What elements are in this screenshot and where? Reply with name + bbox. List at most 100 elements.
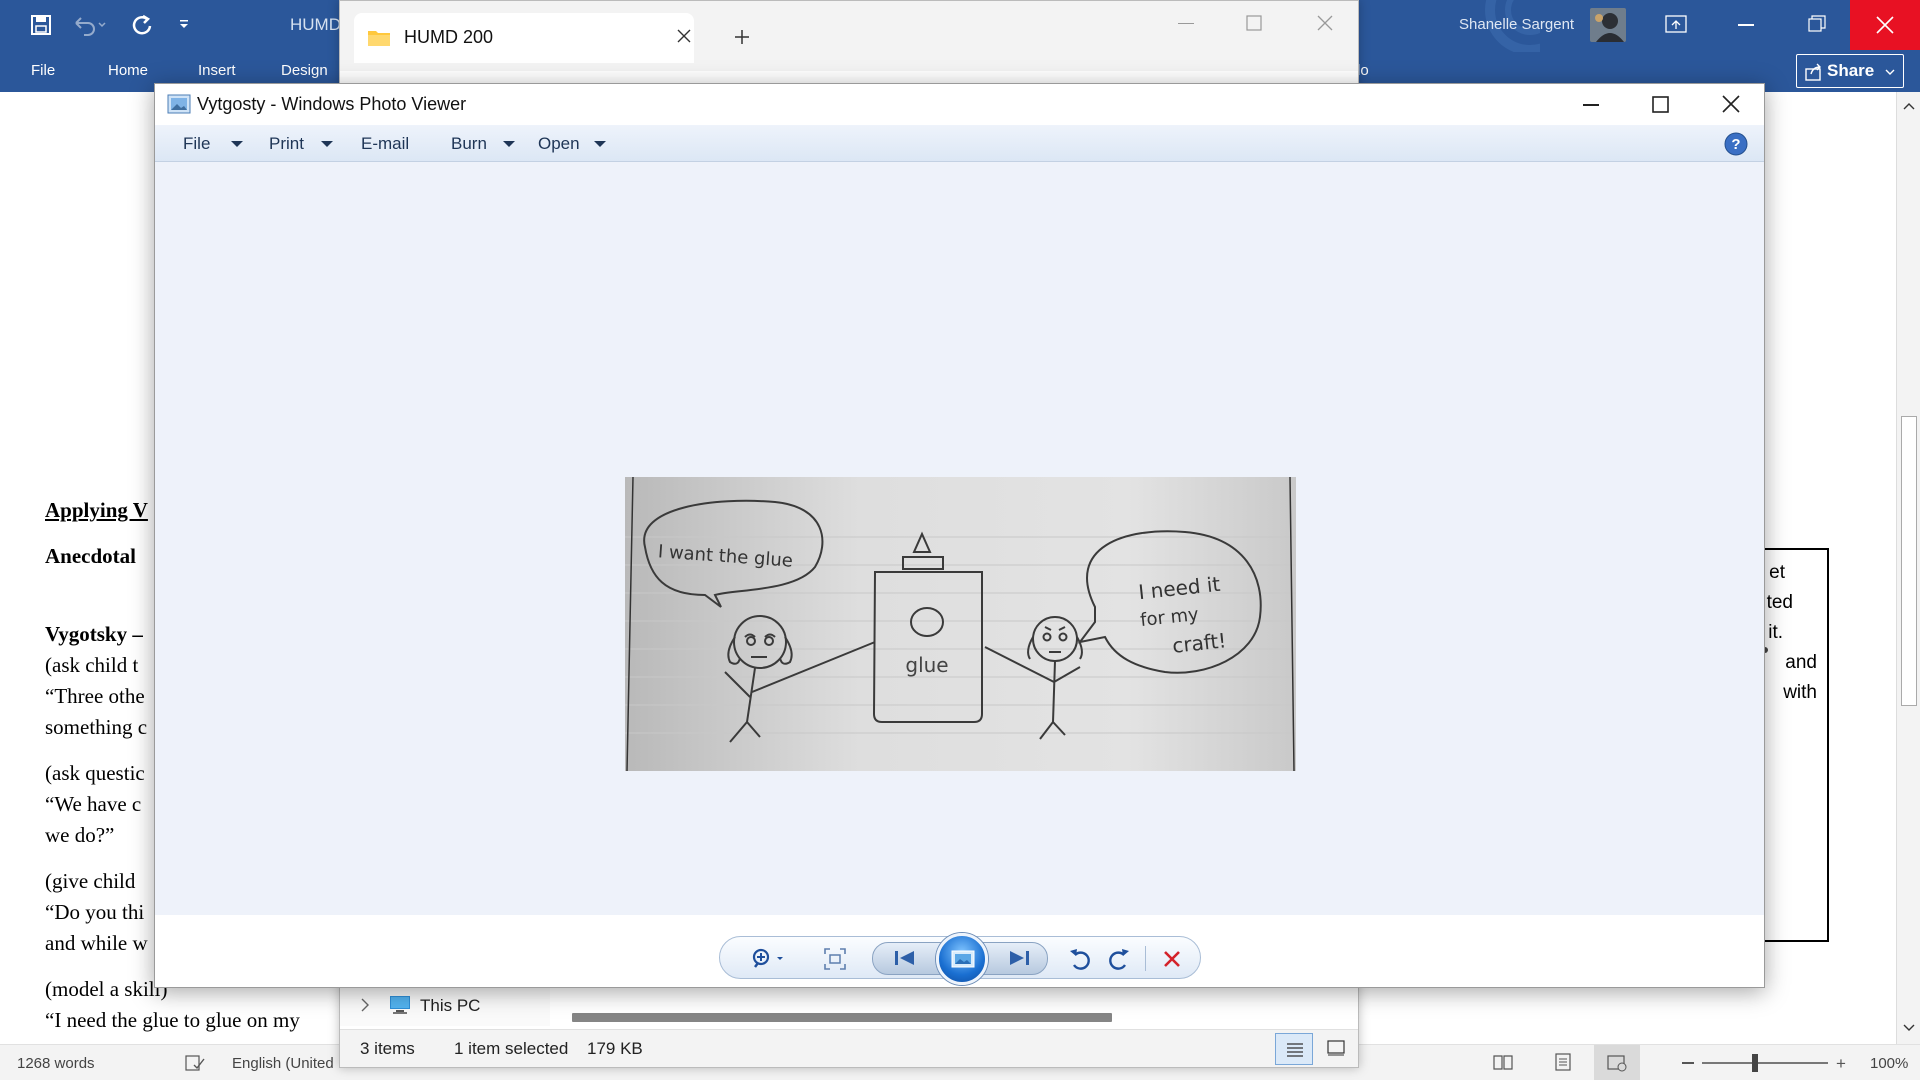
explorer-nav-pane: This PC	[340, 986, 550, 1026]
doc-line: and while w	[45, 931, 148, 955]
pv-close-icon[interactable]	[1722, 95, 1740, 113]
folder-icon	[368, 31, 390, 46]
doc-box-line: ted	[1766, 592, 1793, 613]
scroll-down-icon	[1903, 1024, 1915, 1031]
doc-line: (ask child t	[45, 653, 139, 677]
doc-line: (give child	[45, 869, 136, 893]
explorer-close-icon[interactable]	[1317, 15, 1333, 31]
undo-icon[interactable]	[72, 14, 106, 36]
bottle-label-text: glue	[905, 653, 948, 677]
photo-viewer-app-icon	[167, 94, 191, 114]
save-icon[interactable]	[30, 14, 52, 36]
help-icon[interactable]: ?	[1724, 132, 1748, 156]
zoom-slider[interactable]	[1702, 1062, 1828, 1064]
large-icons-view-icon[interactable]	[1327, 1040, 1345, 1056]
zoom-out-icon[interactable]	[1682, 1062, 1694, 1064]
photo-viewer-toolbar	[719, 933, 1201, 985]
new-tab-icon[interactable]	[734, 29, 750, 45]
menu-open-dropdown-icon[interactable]	[594, 141, 606, 147]
zoom-icon[interactable]	[752, 948, 786, 970]
menu-file-dropdown-icon[interactable]	[231, 141, 243, 147]
delete-icon[interactable]	[1163, 950, 1181, 968]
explorer-horizontal-scrollbar[interactable]	[572, 1013, 1112, 1022]
explorer-tab[interactable]: HUMD 200	[354, 13, 694, 63]
chevron-right-icon	[361, 998, 369, 1012]
menu-open[interactable]: Open	[538, 134, 580, 154]
ribbon-display-options-icon[interactable]	[1665, 15, 1687, 33]
photo-viewer-menu-bar: File Print E-mail Burn Open ?	[155, 125, 1764, 162]
tab-close-icon	[677, 29, 691, 43]
menu-print[interactable]: Print	[269, 134, 304, 154]
photo-viewer-window: Vytgosty - Windows Photo Viewer File Pri…	[154, 83, 1765, 988]
scroll-thumb[interactable]	[1901, 416, 1917, 706]
pv-maximize-icon[interactable]	[1652, 96, 1669, 113]
doc-line: “We have c	[45, 792, 142, 816]
details-view-icon	[1287, 1043, 1303, 1057]
doc-line: “I need the glue to glue on my	[45, 1008, 300, 1032]
word-close-button[interactable]	[1850, 0, 1920, 50]
tab-design[interactable]: Design	[281, 62, 328, 79]
word-restore-icon[interactable]	[1808, 15, 1826, 33]
explorer-tab-title: HUMD 200	[404, 27, 494, 47]
zoom-in-icon[interactable]: +	[1836, 1054, 1846, 1074]
actual-size-icon[interactable]	[824, 948, 846, 970]
word-count[interactable]: 1268 words	[17, 1055, 95, 1072]
customize-toolbar-icon[interactable]	[178, 18, 190, 30]
tab-insert[interactable]: Insert	[198, 62, 236, 79]
photo-viewer-title-bar: Vytgosty - Windows Photo Viewer	[155, 84, 1764, 125]
word-vertical-scrollbar[interactable]	[1896, 92, 1920, 1044]
doc-line: (model a skill)	[45, 977, 168, 1001]
photo-viewer-canvas: I want the glue I need it for my craft! …	[155, 162, 1764, 915]
explorer-minimize-icon[interactable]	[1178, 23, 1194, 25]
avatar[interactable]	[1590, 8, 1626, 42]
word-minimize-icon[interactable]	[1738, 24, 1754, 26]
svg-text:?: ?	[1731, 136, 1740, 153]
share-button[interactable]: Share	[1796, 54, 1904, 88]
doc-box-line: with	[1783, 682, 1817, 703]
proofing-icon[interactable]	[185, 1054, 205, 1072]
doc-box-line: it.	[1768, 622, 1783, 643]
rotate-counterclockwise-icon[interactable]	[1069, 947, 1091, 971]
previous-icon[interactable]	[894, 949, 916, 967]
pv-minimize-icon[interactable]	[1583, 104, 1599, 106]
user-name[interactable]: Shanelle Sargent	[1459, 16, 1574, 33]
this-pc-icon	[390, 996, 410, 1014]
scroll-up-icon	[1903, 103, 1915, 110]
share-icon	[1805, 63, 1821, 81]
rotate-clockwise-icon[interactable]	[1108, 947, 1130, 971]
next-icon[interactable]	[1008, 949, 1030, 967]
doc-line: (ask questic	[45, 761, 145, 785]
doc-anecdotal: Anecdotal	[45, 544, 136, 568]
close-icon	[1876, 16, 1894, 34]
print-layout-icon[interactable]	[1553, 1053, 1573, 1071]
menu-email[interactable]: E-mail	[361, 134, 409, 154]
displayed-photo[interactable]: I want the glue I need it for my craft! …	[625, 477, 1296, 771]
menu-burn-dropdown-icon[interactable]	[503, 141, 515, 147]
redo-icon[interactable]	[131, 13, 153, 37]
doc-text-box: et ted it. and with	[1765, 548, 1829, 942]
doc-box-line: and	[1785, 652, 1817, 673]
menu-print-dropdown-icon[interactable]	[321, 141, 333, 147]
zoom-level[interactable]: 100%	[1870, 1055, 1908, 1072]
share-label: Share	[1827, 61, 1875, 80]
read-mode-icon[interactable]	[1493, 1053, 1513, 1071]
language-indicator[interactable]: English (United	[232, 1055, 334, 1072]
word-doc-title: HUMD	[290, 15, 341, 34]
menu-burn[interactable]: Burn	[451, 134, 487, 154]
tab-home[interactable]: Home	[108, 62, 148, 79]
details-view-button[interactable]	[1275, 1033, 1313, 1065]
slideshow-button[interactable]	[936, 933, 988, 985]
zoom-slider-thumb[interactable]	[1752, 1054, 1758, 1072]
web-layout-button[interactable]	[1594, 1045, 1640, 1080]
explorer-maximize-icon[interactable]	[1246, 15, 1262, 31]
slideshow-icon	[951, 950, 975, 968]
doc-line: something c	[45, 715, 148, 739]
toolbar-divider	[1145, 946, 1146, 971]
nav-item-this-pc[interactable]: This PC	[420, 996, 480, 1016]
tab-file[interactable]: File	[31, 62, 55, 79]
web-layout-icon	[1607, 1055, 1627, 1072]
menu-file[interactable]: File	[183, 134, 210, 154]
selected-size: 179 KB	[587, 1039, 643, 1058]
doc-box-line: et	[1769, 562, 1785, 583]
stick-figure-drawing: I want the glue I need it for my craft! …	[625, 477, 1296, 771]
